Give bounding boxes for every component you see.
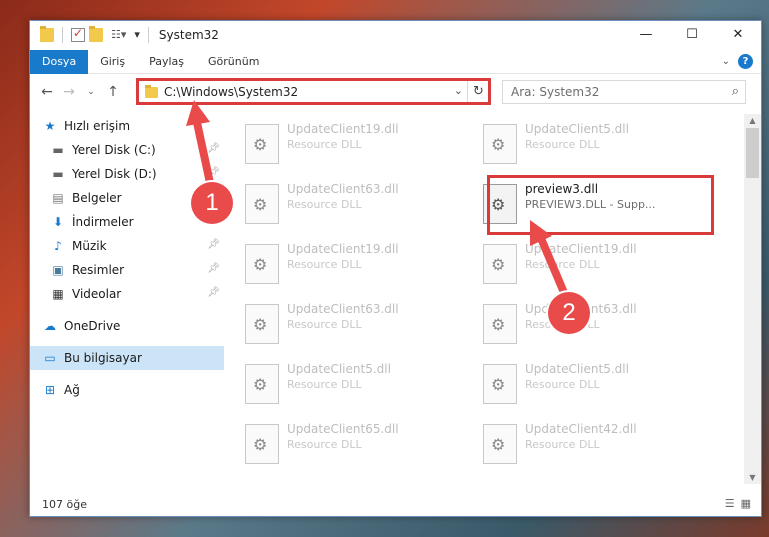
arrow-1-line — [192, 117, 216, 193]
step-callout-2: 2 — [548, 292, 590, 334]
annotation-arrows — [186, 100, 572, 304]
step-callout-1: 1 — [191, 182, 233, 224]
arrow-1-head — [186, 100, 210, 126]
